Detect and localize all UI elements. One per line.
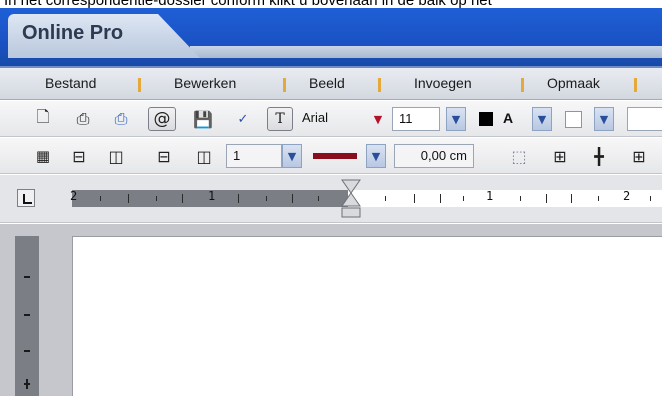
ruler-tick (440, 194, 441, 203)
formatting-toolbar: 🗋 ⎙ ⎙ @ 💾 ✓ T Arial ▼ 11 ▼ A ▼ ▼ (0, 101, 662, 137)
caption-text: In het correspondentie-dossier conform k… (4, 0, 492, 8)
text-color-label[interactable]: A (503, 110, 513, 126)
ruler-tick (128, 194, 129, 203)
delete-row-icon[interactable]: ⊟ (153, 145, 175, 167)
border-color-swatch[interactable] (313, 153, 357, 159)
toolbar-field[interactable] (627, 107, 662, 131)
ruler-tick (156, 196, 157, 201)
ruler-tick (266, 196, 267, 201)
ruler-text-area (348, 190, 662, 207)
indent-marker-icon[interactable] (341, 179, 361, 219)
border-width-select[interactable]: 1 (226, 144, 282, 168)
chevron-down-icon[interactable]: ▼ (366, 144, 386, 168)
ruler-tick (24, 276, 30, 278)
ruler-tick (598, 196, 599, 201)
print-preview-icon[interactable]: ⎙ (110, 108, 132, 130)
ruler-label: 2 (70, 189, 78, 203)
ruler-tick (463, 196, 464, 201)
ruler-tick (26, 379, 28, 389)
inner-borders-icon[interactable]: ╋ (588, 145, 610, 167)
menu-separator (138, 78, 141, 92)
ruler-tick (24, 350, 30, 352)
ruler-tick (318, 196, 319, 201)
caption-strip: In het correspondentie-dossier conform k… (0, 0, 662, 8)
ruler-label: 2 (623, 189, 631, 203)
menu-separator (521, 78, 524, 92)
ruler-tick (292, 194, 293, 203)
new-document-icon[interactable]: 🗋 (32, 107, 54, 130)
menu-separator (378, 78, 381, 92)
chevron-down-icon[interactable]: ▼ (282, 144, 302, 168)
outer-borders-icon[interactable]: ⊞ (628, 145, 650, 167)
menu-beeld[interactable]: Beeld (309, 75, 345, 91)
ruler-tick (182, 194, 183, 203)
ruler-tick (571, 194, 572, 203)
menu-bar: Bestand Bewerken Beeld Invoegen Opmaak (0, 66, 662, 100)
color-swatch[interactable] (479, 112, 493, 126)
chevron-down-icon[interactable]: ▼ (368, 107, 388, 131)
app-title: Online Pro (22, 22, 124, 44)
vertical-ruler (15, 236, 39, 396)
table-toolbar: ▦ ⊟ ◫ ⊟ ◫ 1 ▼ ▼ 0,00 cm ⬚ ⊞ ╋ ⊞ (0, 138, 662, 174)
delete-column-icon[interactable]: ◫ (193, 145, 215, 167)
document-area (0, 224, 662, 396)
ruler-tick (24, 314, 30, 316)
save-icon[interactable]: 💾 (192, 108, 214, 130)
menu-separator (283, 78, 286, 92)
ruler-tick (520, 196, 521, 201)
no-borders-icon[interactable]: ⬚ (508, 145, 530, 167)
chevron-down-icon[interactable]: ▼ (594, 107, 614, 131)
document-page[interactable] (72, 236, 662, 396)
border-spacing-field[interactable]: 0,00 cm (394, 144, 474, 168)
menu-bestand[interactable]: Bestand (45, 75, 96, 91)
ruler-tick (650, 196, 651, 201)
ruler-tick (546, 194, 547, 203)
ruler-tick (100, 196, 101, 201)
menu-bewerken[interactable]: Bewerken (174, 75, 236, 91)
insert-row-icon[interactable]: ⊟ (68, 145, 90, 167)
all-borders-icon[interactable]: ⊞ (549, 145, 571, 167)
tab-stop-selector[interactable] (17, 189, 35, 207)
ruler-tick (414, 194, 415, 203)
ruler-label: 1 (208, 189, 216, 203)
print-icon[interactable]: ⎙ (72, 108, 94, 130)
spellcheck-icon[interactable]: ✓ (232, 108, 254, 130)
font-size-select[interactable]: 11 (392, 107, 440, 131)
horizontal-ruler: 2 1 1 2 (0, 175, 662, 223)
title-bar: Online Pro (0, 8, 662, 66)
font-select[interactable]: Arial (296, 107, 366, 131)
ruler-label: 1 (486, 189, 494, 203)
menu-separator (634, 78, 637, 92)
menu-invoegen[interactable]: Invoegen (414, 75, 472, 91)
insert-column-icon[interactable]: ◫ (105, 145, 127, 167)
font-icon[interactable]: T (267, 107, 293, 131)
email-icon[interactable]: @ (148, 107, 176, 131)
menu-opmaak[interactable]: Opmaak (547, 75, 600, 91)
chevron-down-icon[interactable]: ▼ (446, 107, 466, 131)
border-box[interactable] (565, 111, 582, 128)
ruler-tick (385, 196, 386, 201)
chevron-down-icon[interactable]: ▼ (532, 107, 552, 131)
title-rail (190, 46, 662, 58)
table-icon[interactable]: ▦ (32, 145, 54, 167)
ruler-tick (238, 194, 239, 203)
